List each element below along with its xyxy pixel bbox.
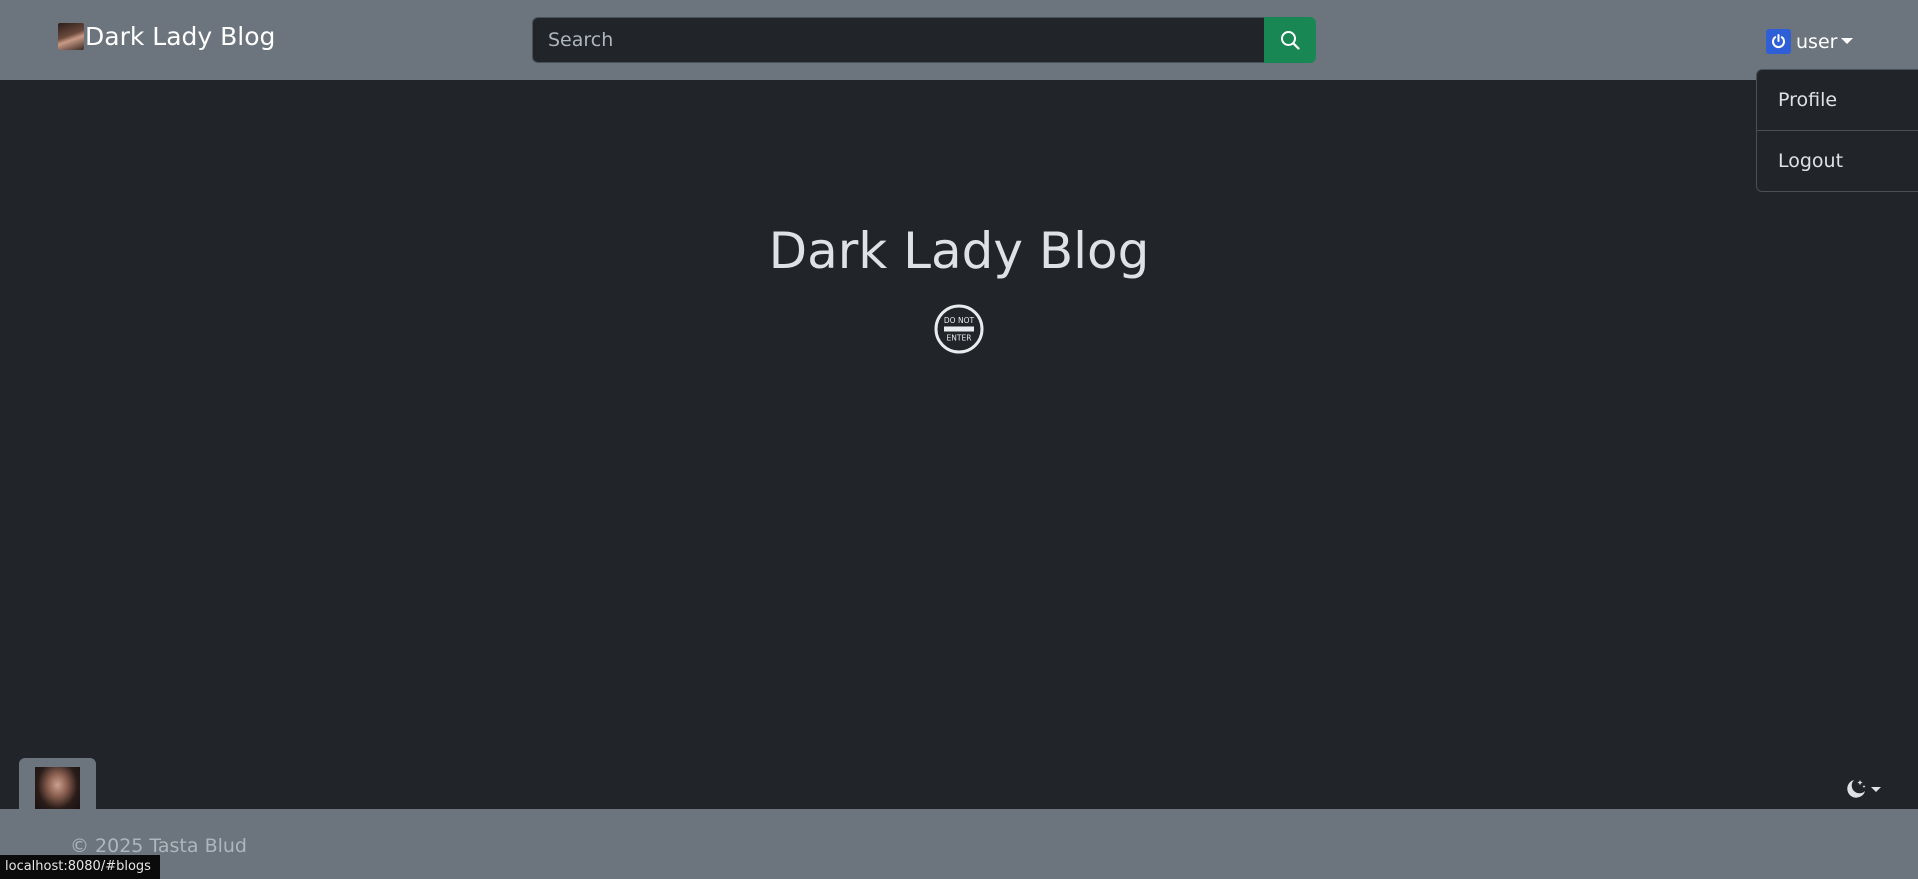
user-label: user [1796,30,1838,53]
brand-logo-image [58,23,84,50]
sign-text-top: DO NOT [944,316,975,325]
copyright-text: © 2025 Tasta Blud [70,835,247,857]
theme-toggle-button[interactable] [1845,778,1881,800]
brand-link[interactable]: Dark Lady Blog [58,22,275,51]
menu-item-logout[interactable]: Logout [1757,131,1918,191]
chevron-down-icon [1871,786,1881,792]
search-button[interactable] [1264,17,1316,63]
sign-text-bottom: ENTER [947,334,972,343]
footer: © 2025 Tasta Blud [0,809,1918,879]
avatar [35,767,80,812]
power-icon [1766,29,1791,54]
chevron-down-icon [1841,37,1854,44]
do-not-enter-sign-icon: DO NOT ENTER [934,304,984,354]
search-input[interactable] [532,17,1264,63]
brand-text: Dark Lady Blog [85,22,276,51]
search-form [532,17,1316,63]
user-menu-toggle[interactable]: user [1766,29,1854,54]
menu-item-profile[interactable]: Profile [1757,70,1918,130]
top-navbar: Dark Lady Blog user [0,0,1918,80]
moon-stars-icon [1847,780,1866,798]
user-dropdown-menu: Profile Logout [1756,69,1918,192]
status-bar-url: localhost:8080/#blogs [0,855,160,879]
page-title: Dark Lady Blog [768,222,1150,280]
avatar-tab[interactable] [19,758,96,812]
search-icon [1281,31,1300,50]
